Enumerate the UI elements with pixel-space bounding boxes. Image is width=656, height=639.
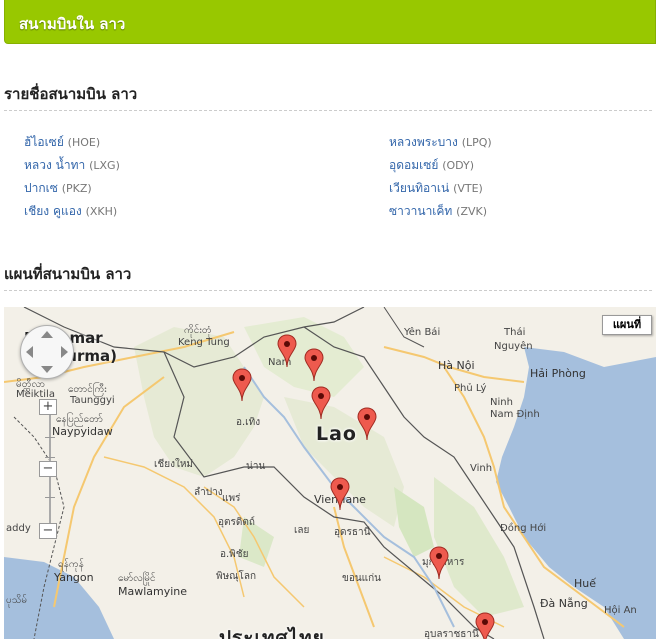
label-namdinh: Nam Định — [490, 409, 540, 420]
airport-marker-pkz[interactable] — [475, 612, 495, 639]
label-phuly: Phủ Lý — [454, 383, 487, 394]
label-addy: addy — [6, 523, 31, 534]
label-yangon-local: ရန်ကုန် — [58, 559, 84, 570]
header-bar: สนามบินใน ลาว — [4, 0, 656, 44]
airport-marker-lpq[interactable] — [311, 386, 331, 420]
zoom-in-button[interactable]: + — [39, 399, 57, 415]
label-uttaradit: อุตรดิตถ์ — [218, 517, 255, 528]
label-thaibinh: Thái — [504, 327, 526, 338]
airport-link-lpq[interactable]: หลวงพระบาง (LPQ) — [389, 133, 492, 152]
pan-right-icon[interactable] — [61, 346, 68, 358]
airport-link-vte[interactable]: เวียนทิอาเน่ (VTE) — [389, 179, 483, 198]
label-hanoi: Hà Nội — [438, 359, 475, 372]
label-phrae: แพร่ — [222, 493, 241, 504]
label-lao: Lao — [316, 423, 357, 445]
pan-up-icon[interactable] — [41, 331, 53, 338]
label-hue: Huế — [574, 577, 597, 590]
label-ubon: อุบลราชธานี — [424, 629, 479, 639]
airport-link-hoe[interactable]: ฮ้ไอเซย์ (HOE) — [24, 133, 100, 152]
airport-marker-ody[interactable] — [304, 348, 324, 382]
label-mawlamyine: Mawlamyine — [118, 585, 188, 598]
airport-marker-vte[interactable] — [330, 477, 350, 511]
zoom-tick — [45, 497, 55, 498]
zoom-tick — [45, 437, 55, 438]
label-udon: อุดรธานี — [334, 527, 371, 538]
label-chiangmai: เชียงใหม่ — [154, 459, 194, 470]
pan-control[interactable] — [20, 325, 74, 379]
label-pathein-local: ပုသိမ် — [6, 595, 28, 606]
label-yenbai: Yên Bái — [404, 327, 441, 338]
label-kengtung: Keng Tung — [178, 337, 230, 348]
zoom-slider-handle[interactable]: − — [39, 461, 57, 477]
label-taunggyi: Taunggyi — [70, 395, 115, 406]
airport-link-pkz[interactable]: ปากเซ (PKZ) — [24, 179, 92, 198]
label-oteng: อ.เทิง — [236, 417, 261, 428]
label-phichit: อ.พิชัย — [220, 549, 249, 560]
label-vinh: Vinh — [470, 463, 493, 474]
airport-map[interactable]: Myanmar (Burma) Lao ประเทศไทย ကိုင်းတုံ … — [4, 307, 656, 639]
airport-link-zvk[interactable]: ซาวานาเค็ท (ZVK) — [389, 202, 487, 221]
airport-list: ฮ้ไอเซย์ (HOE) หลวงพระบาง (LPQ) หลวง น้ำ… — [0, 130, 656, 222]
label-nguyen: Nguyên — [494, 341, 533, 352]
label-donghoi: Đồng Hới — [500, 523, 547, 534]
pan-down-icon[interactable] — [41, 366, 53, 373]
label-haiphong: Hải Phòng — [530, 367, 586, 380]
label-khonkaen: ขอนแก่น — [342, 573, 382, 584]
heading-divider — [4, 110, 652, 111]
map-heading-divider — [4, 290, 652, 291]
map-heading: แผนที่สนามบิน ลาว — [4, 265, 132, 283]
airport-link-lxg[interactable]: หลวง น้ำทา (LXG) — [24, 156, 120, 175]
label-naypyidaw: Naypyidaw — [52, 425, 113, 438]
map-type-button[interactable]: แผนที่ — [602, 315, 652, 335]
airport-marker-hoe[interactable] — [232, 368, 252, 402]
airport-link-ody[interactable]: อุดอมเซย์ (ODY) — [389, 156, 474, 175]
label-lampang: ลำปาง — [194, 487, 223, 498]
airport-marker-lxg[interactable] — [277, 334, 297, 368]
label-ninhbinh: Ninh — [490, 397, 513, 408]
zoom-tick — [45, 457, 55, 458]
zoom-out-button[interactable]: − — [39, 523, 57, 539]
page-title: สนามบินใน ลาว — [19, 15, 126, 33]
pan-left-icon[interactable] — [26, 346, 33, 358]
label-thailand: ประเทศไทย — [219, 627, 325, 639]
airport-marker-xkh[interactable] — [357, 407, 377, 441]
airport-marker-zvk[interactable] — [429, 546, 449, 580]
label-danang: Đà Nẵng — [540, 597, 588, 610]
label-yangon: Yangon — [54, 571, 94, 584]
label-nan: น่าน — [246, 461, 266, 472]
label-hoian: Hội An — [604, 605, 637, 616]
label-phitsanulok: พิษณุโลก — [216, 571, 257, 582]
label-mawlamyine-local: မော်လမြိုင် — [118, 573, 156, 584]
label-kengtung-local: ကိုင်းတုံ — [184, 325, 212, 336]
label-loei: เลย — [294, 525, 310, 536]
airport-link-xkh[interactable]: เชียง คูแอง (XKH) — [24, 202, 117, 221]
airport-list-heading: รายชื่อสนามบิน ลาว — [4, 85, 138, 103]
